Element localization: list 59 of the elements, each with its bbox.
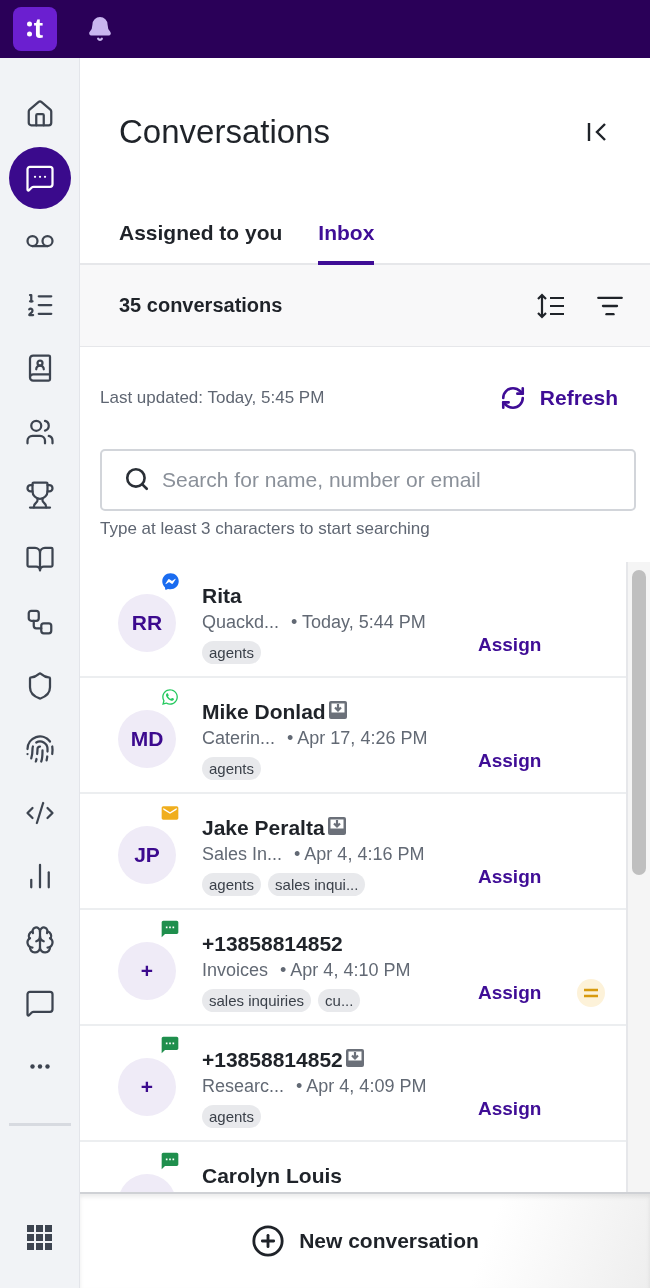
conversation-time: • Apr 17, 4:26 PM [287, 728, 428, 749]
conversation-source: Quackd... [202, 612, 280, 633]
conversation-row[interactable]: JP Jake Peralta Sales In... • Apr 4, 4:16 PM agents sales inqui... Assign [80, 794, 626, 910]
tab[interactable]: Assigned to you [119, 205, 283, 265]
search-icon [124, 466, 150, 492]
conversation-time: • Today, 5:44 PM [291, 612, 426, 633]
page-title: Conversations [119, 112, 330, 151]
tag: agents [202, 641, 262, 664]
avatar: MD [118, 710, 176, 768]
conversation-source: Sales In... [202, 844, 283, 865]
contact-name: Jake Peralta [202, 816, 325, 840]
apps-grid-icon [26, 1224, 53, 1251]
sort-button[interactable] [536, 292, 566, 319]
app-logo[interactable]: t [13, 7, 57, 51]
contact-name: +13858814852 [202, 932, 343, 956]
last-updated-text: Last updated: Today, 5:45 PM [100, 388, 325, 408]
new-conversation-button[interactable]: New conversation [251, 1224, 479, 1258]
assign-button[interactable]: Assign [478, 633, 542, 657]
contact-name: Mike Donlad [202, 700, 326, 724]
conversation-time: • Apr 4, 4:10 PM [280, 960, 411, 981]
tag: agents [202, 757, 262, 780]
tag: sales inqui... [268, 873, 366, 896]
avatar: + [118, 1058, 176, 1116]
tag: agents [202, 873, 262, 896]
brain-icon [24, 924, 55, 955]
chat-icon [24, 988, 55, 1018]
notifications-bell-icon[interactable] [87, 16, 113, 42]
tag: agents [202, 1105, 262, 1128]
tag: cu... [318, 989, 361, 1012]
tag: sales inquiries [202, 989, 312, 1012]
contact-name: +13858814852 [202, 1048, 343, 1072]
search-hint: Type at least 3 characters to start searching [100, 519, 430, 538]
conversation-source: Invoices [202, 960, 269, 981]
assign-button[interactable]: Assign [478, 749, 542, 773]
fingerprint-icon [24, 734, 55, 764]
conversation-row[interactable]: RR Rita Quackd... • Today, 5:44 PM agents Assign [80, 562, 626, 678]
conversation-source: Researc... [202, 1076, 285, 1097]
avatar: + [118, 942, 176, 1000]
assign-button[interactable]: Assign [478, 981, 542, 1005]
plus-circle-icon [251, 1224, 286, 1258]
conversation-count: 35 conversations [119, 294, 283, 317]
conversation-time: • Apr 4, 4:16 PM [294, 844, 425, 865]
conversation-row[interactable]: MD Mike Donlad Caterin... • Apr 17, 4:26 PM agents Assign [80, 678, 626, 794]
avatar: RR [118, 594, 176, 652]
avatar: JP [118, 826, 176, 884]
trophy-icon [24, 480, 55, 510]
refresh-button[interactable]: Refresh [499, 385, 618, 411]
assign-button[interactable]: Assign [478, 865, 542, 889]
scrollbar[interactable] [628, 562, 650, 1192]
conversation-row[interactable]: + +13858814852 Invoices • Apr 4, 4:10 PM sales inquiries cu... Assign [80, 910, 626, 1026]
more-icon [29, 1064, 50, 1069]
search-field[interactable]: Search for name, number or email [100, 449, 636, 511]
refresh-icon [499, 385, 526, 411]
assign-button[interactable]: Assign [478, 1097, 542, 1121]
contact-name: Rita [202, 584, 242, 608]
contact-name: Carolyn Louis [202, 1164, 343, 1188]
conversation-row[interactable]: + +13858814852 Researc... • Apr 4, 4:09 PM agents Assign [80, 1026, 626, 1142]
conversation-source: Caterin... [202, 728, 276, 749]
conversation-time: • Apr 4, 4:09 PM [296, 1076, 427, 1097]
